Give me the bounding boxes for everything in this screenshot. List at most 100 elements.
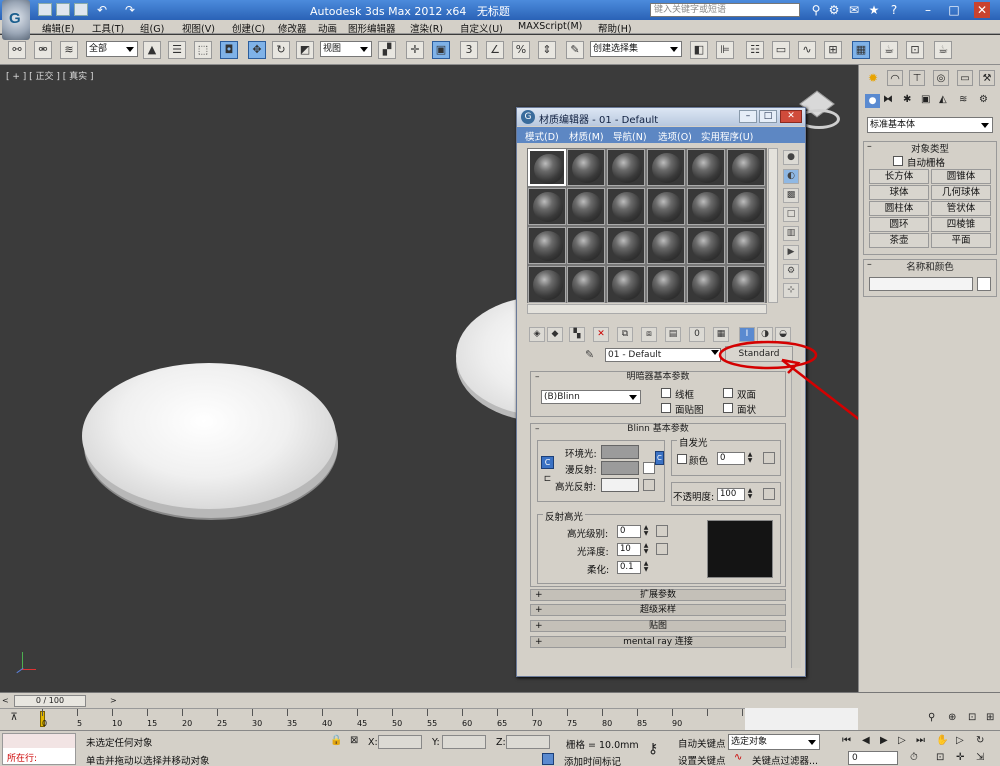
- search-input[interactable]: 键入关键字或短语: [650, 3, 800, 17]
- auto-key-button[interactable]: 自动关键点: [678, 736, 726, 750]
- specular-level-map-button[interactable]: [656, 525, 668, 537]
- cameras-icon[interactable]: ▣: [921, 94, 930, 105]
- pyramid-button[interactable]: 四棱锥: [931, 217, 991, 232]
- select-object-icon[interactable]: ▲: [143, 41, 161, 59]
- menu-create[interactable]: 创建(C): [232, 21, 265, 35]
- reference-coord-dropdown[interactable]: 视图: [320, 41, 372, 57]
- maximize-icon[interactable]: □: [759, 110, 777, 123]
- chevron-right-icon[interactable]: >: [110, 695, 120, 707]
- select-manipulate-icon[interactable]: ✛: [406, 41, 424, 59]
- me-menu-modes[interactable]: 模式(D): [525, 129, 559, 143]
- time-tag-icon[interactable]: [542, 753, 554, 765]
- key-filters-button[interactable]: 关键点过滤器...: [752, 753, 818, 766]
- reset-map-icon[interactable]: ✕: [593, 327, 609, 342]
- menu-customize[interactable]: 自定义(U): [460, 21, 503, 35]
- mini-curve-editor-icon[interactable]: ⊼: [6, 712, 22, 728]
- help-icon[interactable]: ?: [886, 2, 902, 18]
- rendered-frame-icon[interactable]: ⊡: [906, 41, 924, 59]
- sample-slot[interactable]: [687, 266, 725, 303]
- background-icon[interactable]: ▩: [783, 188, 799, 203]
- go-to-start-icon[interactable]: ⏮: [842, 735, 851, 746]
- spinner-arrows-icon[interactable]: ▲ ▼: [642, 561, 650, 574]
- spacewarps-icon[interactable]: ≋: [959, 94, 967, 105]
- hierarchy-tab-icon[interactable]: ⊤: [909, 70, 925, 86]
- map-lock-icon[interactable]: C: [655, 451, 664, 465]
- next-frame-icon[interactable]: ▷: [898, 735, 906, 746]
- favorites-icon[interactable]: ★: [866, 2, 882, 18]
- maps-rollout[interactable]: + 贴图: [530, 620, 786, 632]
- redo-icon[interactable]: ↷: [122, 2, 138, 18]
- modify-tab-icon[interactable]: ◠: [887, 70, 903, 86]
- zoom-extents-icon[interactable]: ⊡: [968, 712, 976, 723]
- glossiness-map-button[interactable]: [656, 543, 668, 555]
- me-menu-material[interactable]: 材质(M): [569, 129, 604, 143]
- mirror-icon[interactable]: ◧: [690, 41, 708, 59]
- display-tab-icon[interactable]: ▭: [957, 70, 973, 86]
- plane-button[interactable]: 平面: [931, 233, 991, 248]
- sample-slot[interactable]: [647, 149, 685, 186]
- sample-slot[interactable]: [567, 227, 605, 264]
- menu-graph-editors[interactable]: 图形编辑器: [348, 21, 396, 35]
- spinner-snap-icon[interactable]: ⇕: [538, 41, 556, 59]
- sample-slot[interactable]: [528, 188, 566, 225]
- add-time-tag[interactable]: 添加时间标记: [564, 754, 621, 766]
- walkthrough-icon[interactable]: ✛: [956, 752, 964, 763]
- sample-slot[interactable]: [607, 227, 645, 264]
- window-crossing-icon[interactable]: ◘: [220, 41, 238, 59]
- chevron-down-icon[interactable]: [629, 395, 637, 404]
- helpers-icon[interactable]: ◭: [939, 94, 947, 105]
- extended-parameters-rollout[interactable]: + 扩展参数: [530, 589, 786, 601]
- utilities-tab-icon[interactable]: ⚒: [979, 70, 995, 86]
- soften-field[interactable]: 0.1: [617, 561, 641, 574]
- systems-icon[interactable]: ⚙: [979, 94, 988, 105]
- open-file-icon[interactable]: [56, 3, 70, 16]
- sample-slot[interactable]: [607, 266, 645, 303]
- collapse-icon[interactable]: –: [867, 141, 872, 152]
- spinner-arrows-icon[interactable]: ▲ ▼: [642, 543, 650, 556]
- name-color-header[interactable]: – 名称和颜色: [863, 259, 997, 273]
- slots-vertical-scrollbar[interactable]: [768, 148, 778, 303]
- selection-filter-dropdown[interactable]: 全部: [86, 41, 138, 57]
- slots-horizontal-scrollbar[interactable]: [527, 304, 767, 314]
- menu-views[interactable]: 视图(V): [182, 21, 215, 35]
- sample-slot[interactable]: [727, 227, 765, 264]
- go-to-end-icon[interactable]: ⏭: [916, 735, 925, 746]
- chevron-left-icon[interactable]: <: [2, 695, 12, 707]
- named-selection-dropdown[interactable]: 创建选择集: [590, 41, 682, 57]
- minimize-icon[interactable]: –: [920, 2, 936, 18]
- supersampling-rollout[interactable]: + 超级采样: [530, 604, 786, 616]
- new-file-icon[interactable]: [38, 3, 52, 16]
- sample-slot[interactable]: [687, 227, 725, 264]
- maximize-icon[interactable]: □: [946, 2, 962, 18]
- opacity-map-button[interactable]: [763, 488, 775, 500]
- menu-group[interactable]: 组(G): [140, 21, 164, 35]
- geometry-icon[interactable]: ●: [865, 94, 880, 108]
- wire-checkbox[interactable]: [661, 388, 671, 398]
- sample-slot[interactable]: [607, 188, 645, 225]
- lights-icon[interactable]: ✱: [903, 94, 911, 105]
- geosphere-button[interactable]: 几何球体: [931, 185, 991, 200]
- glossiness-field[interactable]: 10: [617, 543, 641, 556]
- mental-ray-connection-rollout[interactable]: + mental ray 连接: [530, 636, 786, 648]
- field-of-view-icon[interactable]: ▷: [956, 735, 964, 746]
- expand-icon[interactable]: +: [535, 605, 543, 615]
- sample-slot[interactable]: [687, 149, 725, 186]
- z-coord-field[interactable]: [506, 735, 550, 749]
- sample-slot[interactable]: [567, 266, 605, 303]
- diffuse-map-button[interactable]: [643, 462, 655, 474]
- teapot-button[interactable]: 茶壶: [869, 233, 929, 248]
- specular-color-swatch[interactable]: [601, 478, 639, 492]
- max-toggle-icon[interactable]: ⇲: [976, 752, 984, 763]
- schematic-view-icon[interactable]: ⊞: [824, 41, 842, 59]
- sample-slot[interactable]: [528, 149, 566, 186]
- select-scale-icon[interactable]: ◩: [296, 41, 314, 59]
- sample-slot[interactable]: [647, 188, 685, 225]
- lock-selection-icon[interactable]: 🔒: [330, 735, 342, 746]
- expand-icon[interactable]: +: [535, 621, 543, 631]
- time-slider-bar[interactable]: < 0 / 100 >: [0, 692, 1000, 708]
- lock-ambient-diffuse-icon[interactable]: C: [541, 456, 554, 469]
- sample-slot[interactable]: [567, 149, 605, 186]
- object-type-header[interactable]: – 对象类型: [863, 141, 997, 155]
- edit-named-selection-icon[interactable]: ✎: [566, 41, 584, 59]
- key-icon[interactable]: ⚷: [648, 741, 658, 757]
